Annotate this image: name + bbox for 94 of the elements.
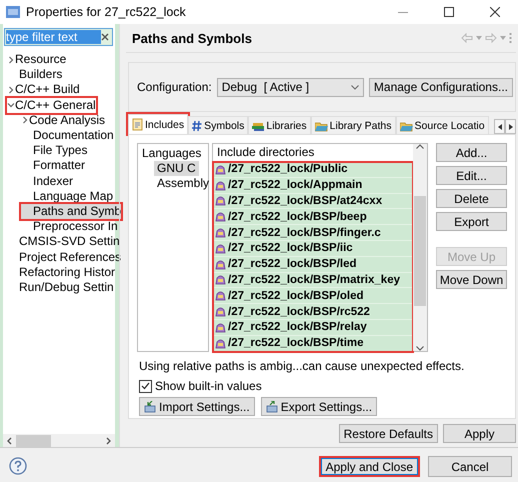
restore-defaults-button[interactable]: Restore Defaults xyxy=(338,424,438,443)
tree-item[interactable]: File Types xyxy=(21,143,88,158)
app-icon xyxy=(6,5,20,19)
scroll-up-icon[interactable] xyxy=(416,144,424,149)
button[interactable]: Export xyxy=(436,212,507,231)
package-icon xyxy=(215,211,226,222)
tree-item[interactable]: Indexer xyxy=(21,174,74,189)
tree-item[interactable]: Project References xyxy=(7,249,122,265)
button[interactable]: Cancel xyxy=(428,456,512,477)
tab[interactable]: Library Paths xyxy=(310,116,396,134)
scroll-right-icon[interactable] xyxy=(106,436,112,444)
package-icon xyxy=(215,164,226,175)
chevron-right-icon[interactable] xyxy=(7,56,15,64)
page-title: Paths and Symbols xyxy=(131,30,253,46)
table-row[interactable]: /27_rc522_lock/BSP/finger.c xyxy=(213,225,413,241)
chevron-right-icon[interactable] xyxy=(7,86,15,94)
package-icon xyxy=(215,338,226,349)
triangle-right-icon[interactable] xyxy=(508,124,512,130)
package-icon xyxy=(215,195,226,206)
tree-item[interactable]: Refactoring Histor xyxy=(7,264,116,280)
document-icon xyxy=(132,118,143,131)
caret-icon[interactable] xyxy=(350,84,359,90)
close-icon[interactable] xyxy=(490,7,500,17)
scrollbar-thumb[interactable] xyxy=(414,196,426,306)
tree-item[interactable]: Run/Debug Settin xyxy=(7,280,114,295)
help-icon[interactable] xyxy=(9,456,27,474)
export-icon xyxy=(266,400,278,412)
table-row[interactable]: /27_rc522_lock/BSP/beep xyxy=(213,209,413,226)
package-icon xyxy=(215,290,226,302)
configuration-label: Configuration: xyxy=(137,80,212,94)
tree-item[interactable]: Preprocessor In xyxy=(21,219,118,234)
table-row[interactable]: /27_rc522_lock/BSP/rc522 xyxy=(213,304,413,320)
table-row[interactable]: /27_rc522_lock/Appmain xyxy=(213,178,413,194)
checkmark-icon xyxy=(141,382,150,390)
scroll-right-button[interactable] xyxy=(505,119,516,134)
table-row[interactable]: /27_rc522_lock/BSP/led xyxy=(213,256,413,273)
table-row[interactable]: /27_rc522_lock/Public xyxy=(213,162,413,178)
scrollbar-thumb[interactable] xyxy=(16,434,51,446)
package-icon xyxy=(215,242,226,254)
tree-item[interactable]: Language Map xyxy=(21,188,114,204)
package-icon xyxy=(215,322,226,333)
chevron-down-icon[interactable] xyxy=(7,101,15,110)
button[interactable]: Add... xyxy=(436,143,507,162)
settings-button[interactable]: Export Settings... xyxy=(260,397,378,416)
maximize-icon[interactable] xyxy=(444,7,454,17)
checkbox[interactable] xyxy=(139,380,152,392)
button[interactable]: Delete xyxy=(436,189,507,208)
configuration-dropdown[interactable]: Debug [ Active ] xyxy=(216,78,364,96)
button[interactable]: Move Down xyxy=(436,270,507,289)
info-text: Using relative paths is ambig...can cause unexpected effects. xyxy=(139,359,466,373)
button[interactable]: Edit... xyxy=(436,166,507,185)
folder-icon xyxy=(400,120,413,132)
manage-configurations-button[interactable]: Manage Configurations... xyxy=(368,78,513,96)
table-row[interactable]: /27_rc522_lock/BSP/relay xyxy=(213,320,413,336)
tree-item[interactable]: Documentation xyxy=(21,128,114,144)
package-icon xyxy=(215,227,226,238)
tab[interactable]: Libraries xyxy=(248,116,311,134)
list-item[interactable]: Assembly xyxy=(154,176,212,191)
window-title: Properties for 27_rc522_lock xyxy=(26,5,187,19)
tab[interactable]: Includes xyxy=(128,114,188,134)
triangle-left-icon[interactable] xyxy=(498,124,502,130)
folder-icon xyxy=(314,120,328,132)
clear-icon[interactable] xyxy=(101,33,109,41)
tree-item[interactable]: Code Analysis xyxy=(21,112,106,128)
tab[interactable]: Symbols xyxy=(188,116,248,134)
tree-item[interactable]: Resource xyxy=(7,52,66,68)
checkbox-label[interactable]: Show built-in values xyxy=(155,379,262,393)
chevron-right-icon[interactable] xyxy=(21,116,29,124)
tree-item[interactable]: Formatter xyxy=(21,158,86,174)
package-icon xyxy=(215,274,226,286)
apply-button[interactable]: Apply xyxy=(443,424,516,443)
tree-item[interactable]: Builders xyxy=(7,67,62,82)
tree-item[interactable]: CMSIS-SVD Settin xyxy=(7,234,120,250)
table-row[interactable]: /27_rc522_lock/BSP/matrix_key xyxy=(213,272,413,288)
tab[interactable]: Source Locatio xyxy=(396,116,489,134)
settings-button[interactable]: Import Settings... xyxy=(139,397,255,416)
scroll-left-button[interactable] xyxy=(494,119,505,134)
package-icon xyxy=(215,306,226,318)
hash-icon xyxy=(192,120,202,132)
table-row[interactable]: /27_rc522_lock/BSP/time xyxy=(213,336,413,352)
package-icon xyxy=(215,180,226,191)
table-row[interactable]: /27_rc522_lock/BSP/at24cxx xyxy=(213,194,413,210)
tree-item[interactable]: C/C++ Build xyxy=(7,82,80,98)
scroll-down-icon[interactable] xyxy=(416,346,424,351)
package-icon xyxy=(215,258,226,270)
tree-item[interactable]: C/C++ General xyxy=(7,98,96,113)
list-heading: Languages xyxy=(141,146,202,160)
button[interactable]: Apply and Close xyxy=(318,456,420,477)
table-row[interactable]: /27_rc522_lock/BSP/oled xyxy=(213,288,413,304)
list-item[interactable]: GNU C xyxy=(154,161,199,176)
import-icon xyxy=(144,400,156,412)
scroll-left-icon[interactable] xyxy=(6,436,12,444)
table-row[interactable]: /27_rc522_lock/BSP/iic xyxy=(213,240,413,257)
tree-item[interactable]: Paths and Symb xyxy=(21,204,122,220)
